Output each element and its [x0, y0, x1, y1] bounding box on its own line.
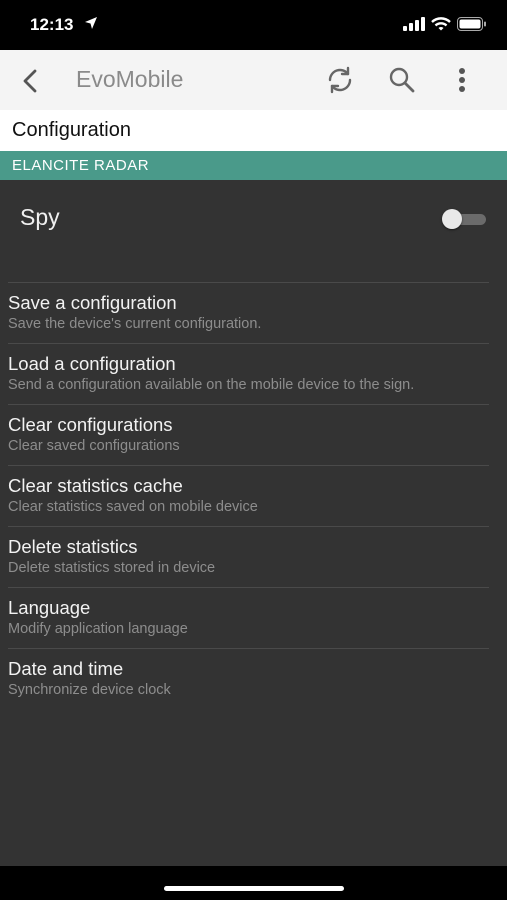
menu-item-subtitle: Modify application language [8, 621, 188, 637]
menu-item-save-configuration[interactable]: Save a configuration Save the device's c… [8, 282, 489, 343]
wifi-icon [431, 17, 451, 36]
menu-item-date-and-time[interactable]: Date and time Synchronize device clock [8, 648, 489, 709]
menu-item-title: Date and time [8, 658, 124, 679]
menu-item-title: Clear configurations [8, 414, 173, 435]
app-bar: EvoMobile [0, 50, 507, 111]
menu-item-language[interactable]: Language Modify application language [8, 587, 489, 648]
spy-row: Spy [0, 180, 507, 282]
home-indicator[interactable] [164, 886, 344, 891]
menu-item-title: Load a configuration [8, 353, 176, 374]
spy-toggle[interactable] [442, 209, 486, 229]
battery-icon [457, 17, 487, 36]
section-title: ELANCITE RADAR [12, 157, 150, 174]
menu-item-subtitle: Synchronize device clock [8, 682, 171, 698]
page-title: Configuration [12, 119, 131, 141]
menu-item-subtitle: Save the device's current configuration. [8, 316, 262, 332]
menu-item-title: Language [8, 597, 91, 618]
settings-content: Spy Save a configuration Save the device… [0, 180, 507, 866]
app-title: EvoMobile [76, 66, 184, 92]
page-header: Configuration [0, 110, 507, 151]
refresh-icon[interactable] [324, 64, 356, 96]
toggle-thumb [442, 209, 462, 229]
search-icon[interactable] [386, 64, 418, 96]
more-vertical-icon[interactable] [446, 64, 478, 96]
back-arrow-icon[interactable] [16, 66, 46, 96]
status-bar: 12:13 [0, 0, 507, 50]
menu-item-subtitle: Clear saved configurations [8, 438, 180, 454]
settings-menu: Save a configuration Save the device's c… [0, 282, 507, 709]
menu-item-title: Delete statistics [8, 536, 138, 557]
menu-item-load-configuration[interactable]: Load a configuration Send a configuratio… [8, 343, 489, 404]
menu-item-delete-statistics[interactable]: Delete statistics Delete statistics stor… [8, 526, 489, 587]
menu-item-subtitle: Clear statistics saved on mobile device [8, 499, 258, 515]
spy-label: Spy [20, 204, 60, 230]
menu-item-subtitle: Delete statistics stored in device [8, 560, 216, 576]
section-header: ELANCITE RADAR [0, 151, 507, 180]
menu-item-subtitle: Send a configuration available on the mo… [8, 377, 415, 393]
status-time: 12:13 [30, 15, 74, 34]
menu-item-clear-configurations[interactable]: Clear configurations Clear saved configu… [8, 404, 489, 465]
menu-item-clear-statistics-cache[interactable]: Clear statistics cache Clear statistics … [8, 465, 489, 526]
menu-item-title: Save a configuration [8, 292, 177, 313]
location-arrow-icon [84, 16, 98, 35]
menu-item-title: Clear statistics cache [8, 475, 183, 496]
status-icons [403, 17, 487, 36]
bottom-bar [0, 866, 507, 900]
cellular-signal-icon [403, 17, 425, 36]
